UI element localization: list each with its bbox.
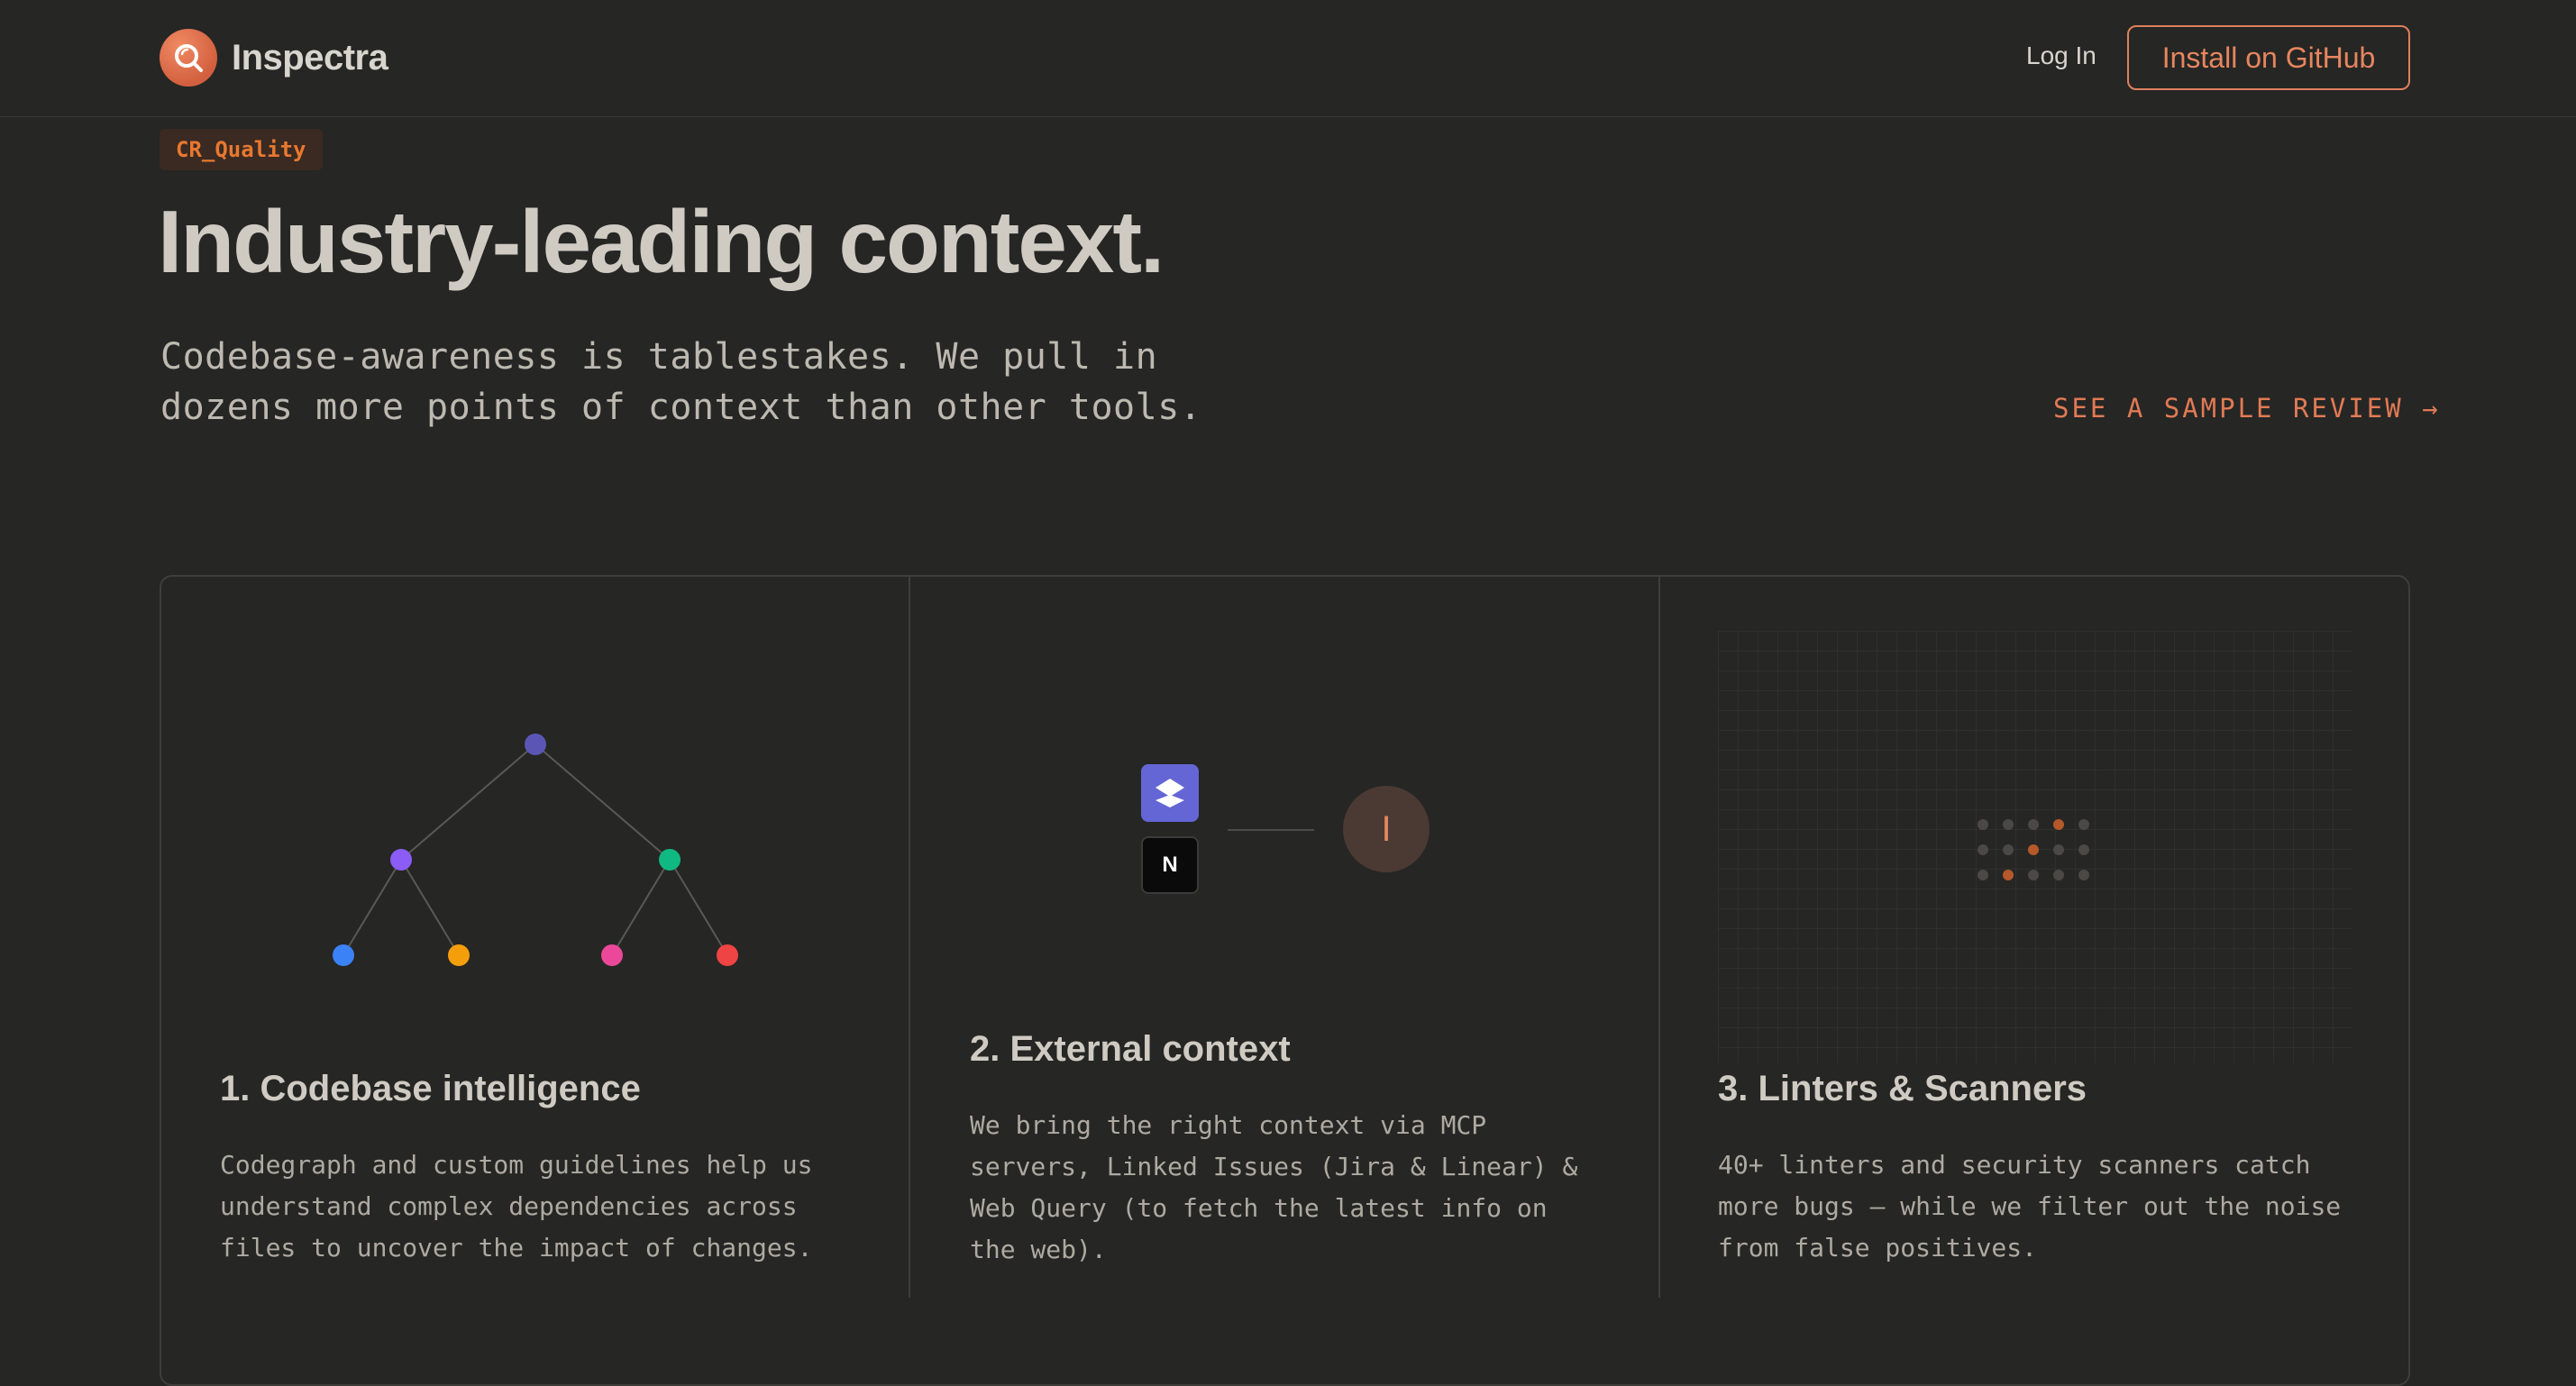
scan-dot [2028, 870, 2039, 880]
install-github-button[interactable]: Install on GitHub [2127, 25, 2410, 90]
section-tag: CR_Quality [160, 129, 323, 170]
login-link[interactable]: Log In [2026, 41, 2096, 70]
card-body-line: We bring the right context via MCP [970, 1110, 1487, 1140]
scan-dot [2003, 844, 2014, 855]
column-divider [909, 577, 910, 1298]
page-title: Industry-leading context. [158, 192, 1165, 291]
scan-dot [1978, 844, 1988, 855]
card-body-line: understand complex dependencies across [220, 1191, 798, 1221]
hero-description-line-2: dozens more points of context than other… [160, 387, 1202, 428]
scan-dot [2053, 844, 2064, 855]
scan-dot [2003, 819, 2014, 830]
inspectra-avatar: I [1343, 786, 1430, 872]
tree-leaf-node [448, 944, 470, 966]
scan-dot [2053, 870, 2064, 880]
tree-leaf-node [333, 944, 354, 966]
scan-dot [1978, 870, 1988, 880]
card-body-line: Codegraph and custom guidelines help us [220, 1150, 813, 1180]
tree-right-node [659, 849, 681, 871]
card-body-line: Web Query (to fetch the latest info on [970, 1193, 1548, 1223]
card-title-linters: 3. Linters & Scanners [1718, 1069, 2087, 1108]
top-nav: Inspectra Log In Install on GitHub [0, 0, 2576, 117]
brand-logo[interactable]: Inspectra [160, 29, 388, 87]
column-divider [1658, 577, 1660, 1298]
card-title-codebase: 1. Codebase intelligence [220, 1069, 641, 1108]
magnifier-icon [160, 29, 217, 87]
scan-dot [2003, 870, 2014, 880]
linter-grid-illustration [1718, 631, 2352, 1063]
sample-review-link[interactable]: SEE A SAMPLE REVIEW → [2053, 393, 2441, 424]
notion-icon: N [1141, 836, 1199, 894]
hero-description: Codebase-awareness is tablestakes. We pu… [160, 332, 1242, 433]
tree-root-node [525, 734, 546, 755]
connector-line [1228, 829, 1314, 831]
scan-dot [2028, 844, 2039, 855]
card-body-line: 40+ linters and security scanners catch [1718, 1150, 2311, 1180]
card-title-external: 2. External context [970, 1029, 1291, 1069]
scan-dot [1978, 819, 1988, 830]
scan-dot [2078, 870, 2089, 880]
card-body-line: the web). [970, 1235, 1107, 1264]
scan-dot [2028, 819, 2039, 830]
card-body-line: more bugs — while we filter out the nois… [1718, 1191, 2342, 1221]
tree-leaf-node [601, 944, 623, 966]
scan-dot [2078, 819, 2089, 830]
card-body-linters: 40+ linters and security scanners catch … [1718, 1144, 2403, 1269]
card-body-external: We bring the right context via MCP serve… [970, 1105, 1655, 1271]
scan-dot [2053, 819, 2064, 830]
card-body-line: servers, Linked Issues (Jira & Linear) & [970, 1152, 1578, 1181]
linear-icon [1141, 764, 1199, 822]
scan-dot [2078, 844, 2089, 855]
codegraph-tree-illustration [333, 734, 738, 966]
card-body-line: from false positives. [1718, 1233, 2038, 1263]
hero-description-line-1: Codebase-awareness is tablestakes. We pu… [160, 336, 1158, 378]
tree-left-node [390, 849, 412, 871]
tree-leaf-node [717, 944, 738, 966]
card-body-codebase: Codegraph and custom guidelines help us … [220, 1144, 905, 1269]
card-body-line: files to uncover the impact of changes. [220, 1233, 813, 1263]
brand-name: Inspectra [232, 37, 388, 78]
